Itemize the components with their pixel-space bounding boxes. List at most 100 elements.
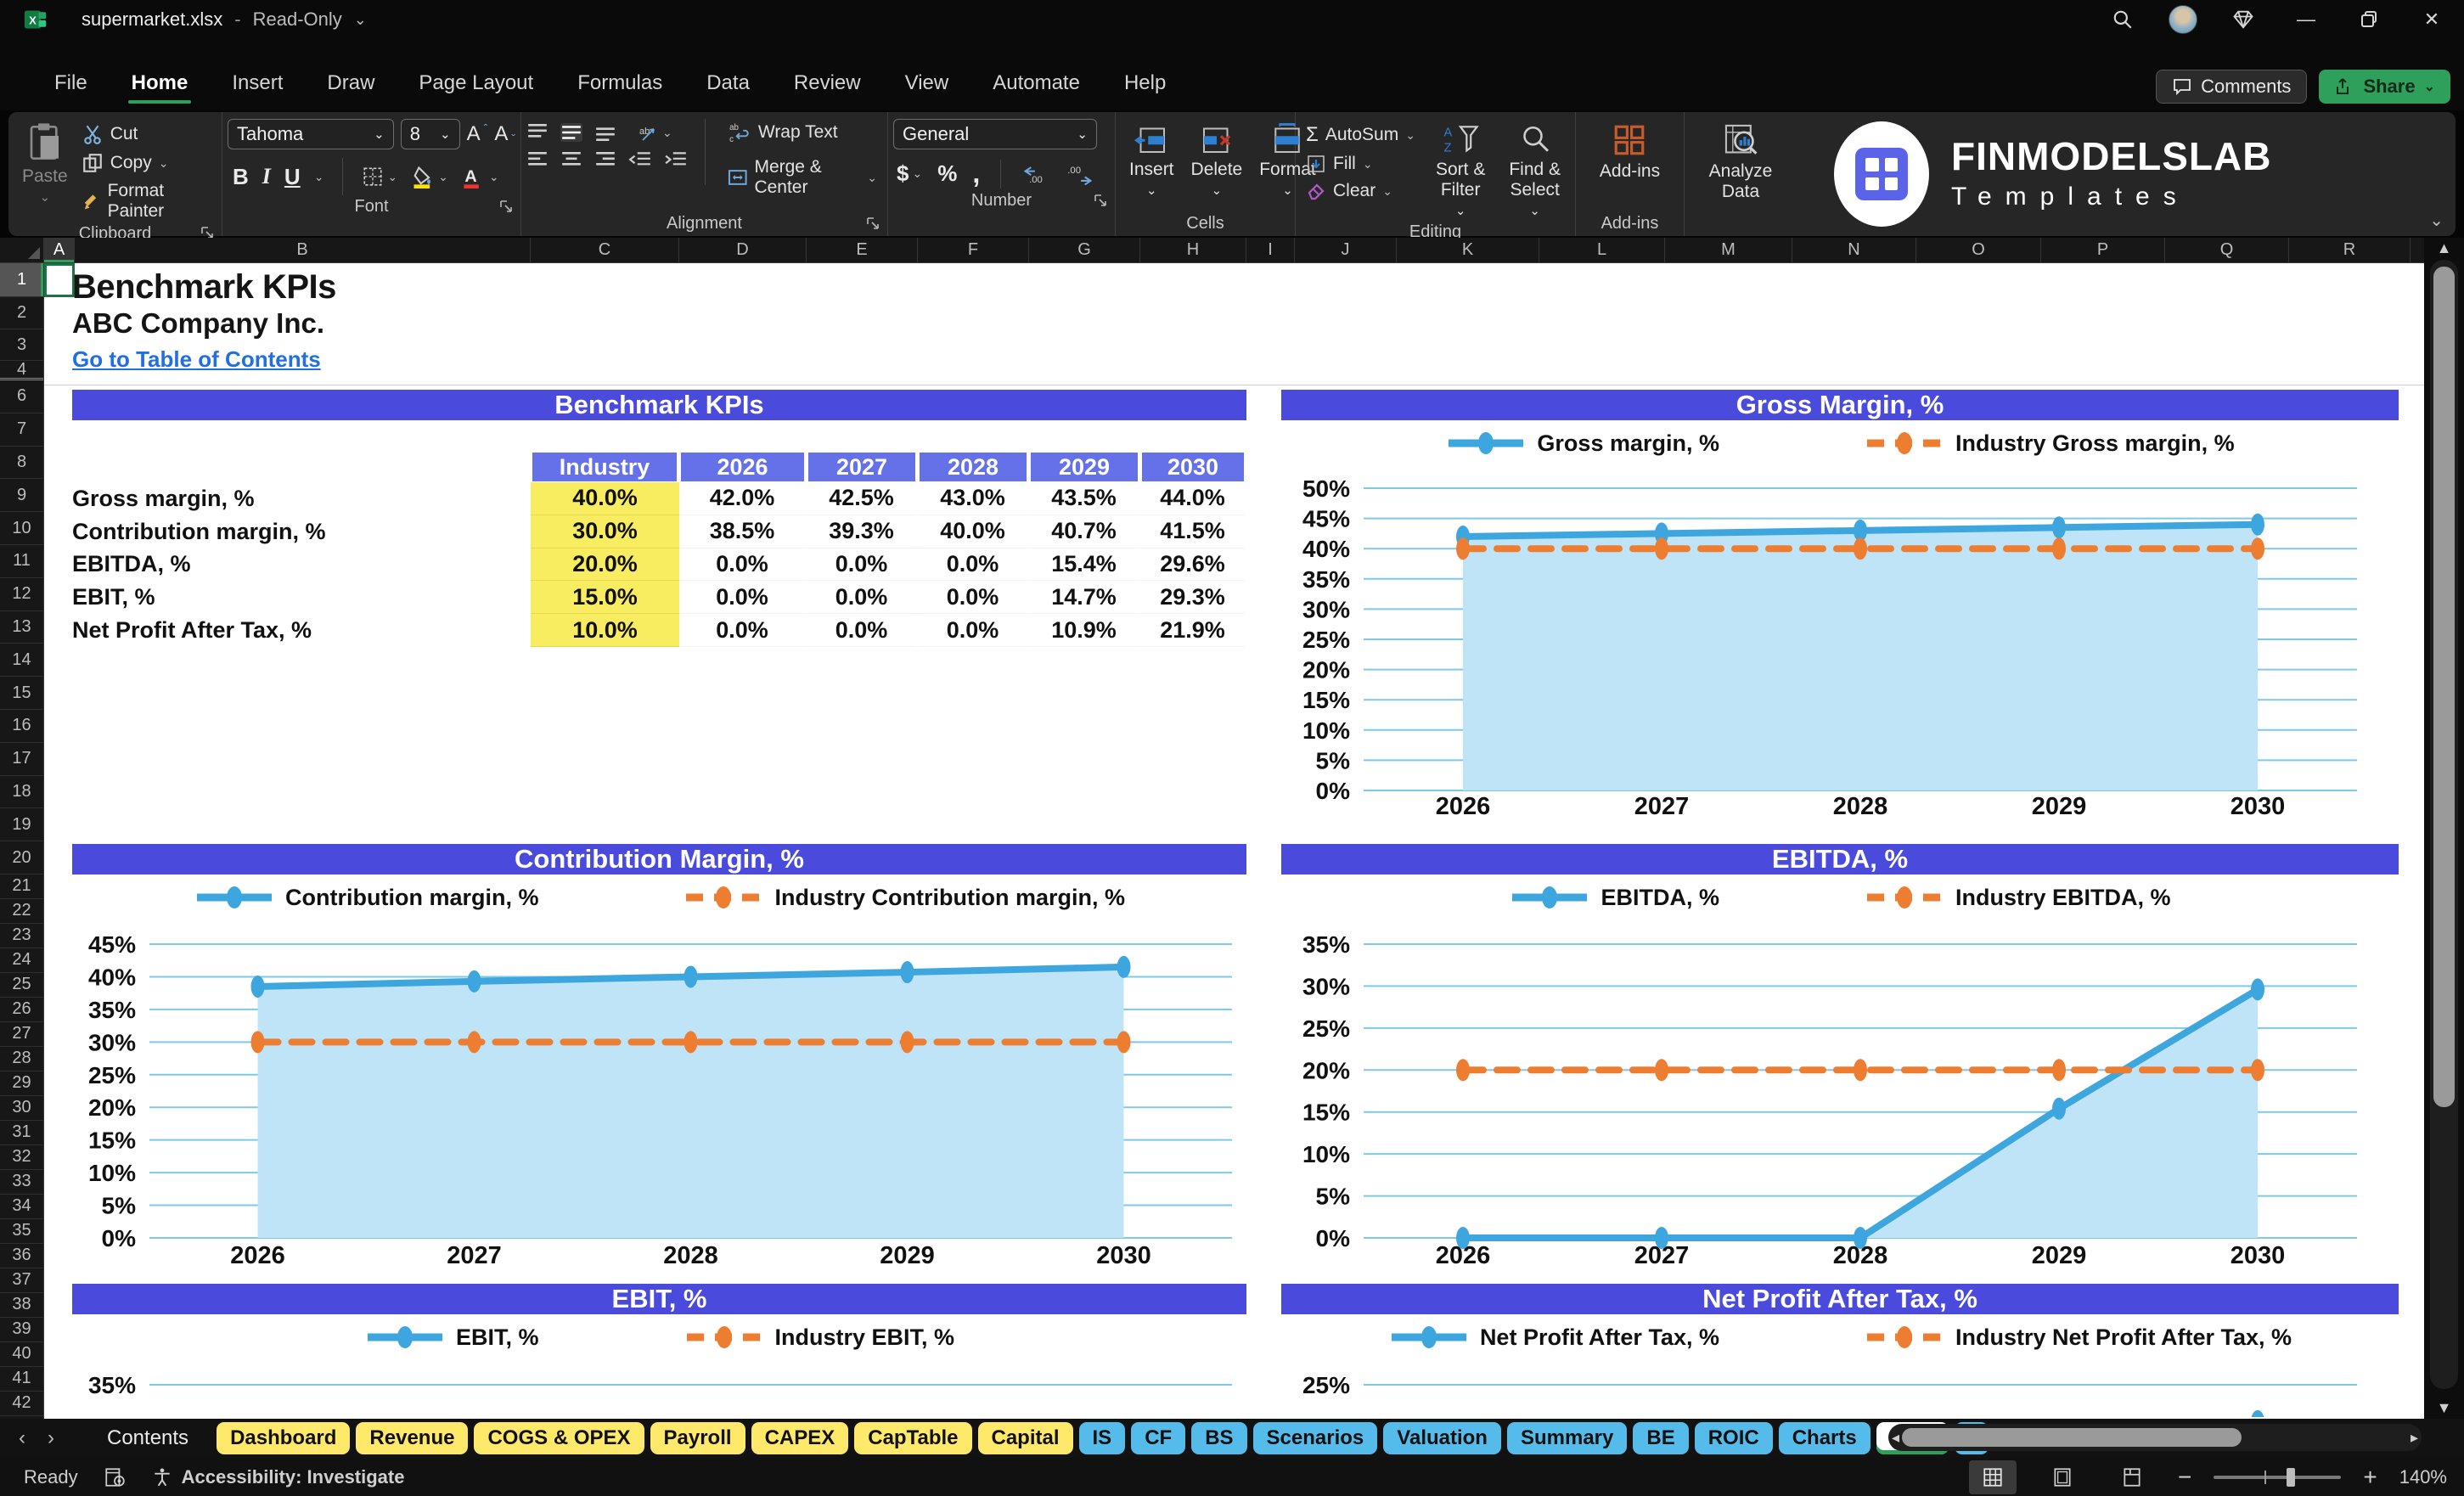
row-header-11[interactable]: 11 xyxy=(0,545,43,578)
kpi-row-label[interactable]: EBITDA, % xyxy=(72,548,191,582)
kpi-value-cell[interactable]: 40.7% xyxy=(1029,515,1139,548)
kpi-value-cell[interactable]: 43.0% xyxy=(918,482,1027,515)
kpi-value-cell[interactable]: 39.3% xyxy=(807,515,916,548)
menu-tab-home[interactable]: Home xyxy=(113,58,207,110)
font-color-button[interactable]: A ⌄ xyxy=(462,165,499,188)
kpi-value-cell[interactable]: 38.5% xyxy=(679,515,805,548)
chart-contribution-margin-[interactable]: Contribution Margin, % Contribution margi… xyxy=(72,844,1246,1281)
kpi-value-cell[interactable]: 29.6% xyxy=(1140,548,1245,582)
column-header-R[interactable]: R xyxy=(2289,238,2411,262)
vertical-scroll-thumb[interactable] xyxy=(2433,267,2455,1107)
kpi-row-label[interactable]: Gross margin, % xyxy=(72,482,255,515)
search-icon[interactable] xyxy=(2106,3,2140,37)
row-header-29[interactable]: 29 xyxy=(0,1071,43,1096)
fill-button[interactable]: Fill ⌄ xyxy=(1301,151,1420,177)
select-all-corner[interactable] xyxy=(0,238,44,263)
font-name-select[interactable]: Tahoma ⌄ xyxy=(228,119,394,149)
row-header-28[interactable]: 28 xyxy=(0,1047,43,1071)
comments-button[interactable]: Comments xyxy=(2156,70,2308,104)
row-header-42[interactable]: 42 xyxy=(0,1392,43,1416)
align-top-icon[interactable] xyxy=(526,123,548,142)
row-header-22[interactable]: 22 xyxy=(0,899,43,924)
kpi-value-cell[interactable]: 0.0% xyxy=(807,614,916,647)
column-header-F[interactable]: F xyxy=(918,238,1029,262)
sheet-tab-capex[interactable]: CAPEX xyxy=(751,1422,849,1454)
zoom-level[interactable]: 140% xyxy=(2399,1466,2447,1488)
merge-center-button[interactable]: Merge & Center ⌄ xyxy=(723,155,882,200)
row-header-10[interactable]: 10 xyxy=(0,512,43,545)
row-header-25[interactable]: 25 xyxy=(0,973,43,998)
row-header-18[interactable]: 18 xyxy=(0,776,43,809)
column-header-D[interactable]: D xyxy=(679,238,807,262)
align-bottom-icon[interactable] xyxy=(594,123,616,142)
kpi-value-cell[interactable]: 41.5% xyxy=(1140,515,1245,548)
title-chevron-icon[interactable]: ⌄ xyxy=(354,11,367,29)
chart-ebitda-[interactable]: EBITDA, % EBITDA, % Industry EBITDA, % 35% 3… xyxy=(1281,844,2399,1281)
percent-format-button[interactable]: % xyxy=(937,160,957,187)
alignment-dialog-launcher-icon[interactable] xyxy=(865,216,880,231)
kpi-value-cell[interactable]: 42.0% xyxy=(679,482,805,515)
kpi-value-cell[interactable]: 0.0% xyxy=(807,581,916,615)
sheet-tab-revenue[interactable]: Revenue xyxy=(356,1422,469,1454)
copy-button[interactable]: Copy ⌄ xyxy=(76,149,217,177)
menu-tab-review[interactable]: Review xyxy=(775,58,880,110)
chart-ebit-[interactable]: EBIT, %EBIT, %Industry EBIT, %35%30%25%2… xyxy=(72,1284,1246,1417)
orientation-button[interactable]: ab ⌄ xyxy=(637,122,672,143)
sort-filter-button[interactable]: AZ Sort & Filter ⌄ xyxy=(1427,119,1494,222)
menu-tab-insert[interactable]: Insert xyxy=(213,58,301,110)
menu-tab-data[interactable]: Data xyxy=(688,58,768,110)
addins-button[interactable]: Add-ins xyxy=(1591,119,1668,185)
kpi-table-header-2028[interactable]: 2028 xyxy=(918,453,1027,481)
row-header-21[interactable]: 21 xyxy=(0,875,43,899)
row-header-33[interactable]: 33 xyxy=(0,1170,43,1195)
column-header-J[interactable]: J xyxy=(1295,238,1397,262)
normal-view-button[interactable] xyxy=(1969,1459,2017,1494)
row-header-26[interactable]: 26 xyxy=(0,998,43,1022)
sheet-tab-captable[interactable]: CapTable xyxy=(854,1422,972,1454)
row-header-3[interactable]: 3 xyxy=(0,329,43,361)
font-size-select[interactable]: 8 ⌄ xyxy=(400,119,460,149)
zoom-in-button[interactable]: + xyxy=(2363,1464,2377,1491)
kpi-value-cell[interactable]: 44.0% xyxy=(1140,482,1245,515)
kpi-table-header-industry[interactable]: Industry xyxy=(531,453,678,481)
row-header-23[interactable]: 23 xyxy=(0,924,43,948)
increase-decimal-icon[interactable]: .00 xyxy=(1021,163,1050,185)
currency-format-button[interactable]: $ ⌄ xyxy=(897,160,922,187)
increase-indent-icon[interactable] xyxy=(664,151,688,170)
zoom-out-button[interactable]: − xyxy=(2178,1464,2191,1491)
column-header-N[interactable]: N xyxy=(1792,238,1916,262)
column-header-L[interactable]: L xyxy=(1539,238,1665,262)
kpi-industry-cell[interactable]: 40.0% xyxy=(531,482,679,515)
sheet-tab-contents[interactable]: Contents xyxy=(85,1422,211,1454)
sheet-heading[interactable]: Benchmark KPIs xyxy=(72,268,336,307)
fill-color-button[interactable]: ⌄ xyxy=(411,165,448,188)
column-header-M[interactable]: M xyxy=(1665,238,1792,262)
sheet-tab-scenarios[interactable]: Scenarios xyxy=(1252,1422,1378,1454)
row-header-7[interactable]: 7 xyxy=(0,413,43,447)
kpi-value-cell[interactable]: 40.0% xyxy=(918,515,1027,548)
horizontal-scrollbar[interactable]: ◂ ▸ xyxy=(1888,1424,2422,1451)
decrease-indent-icon[interactable] xyxy=(628,151,652,170)
row-header-41[interactable]: 41 xyxy=(0,1367,43,1392)
sheet-tab-is[interactable]: IS xyxy=(1078,1422,1126,1454)
kpi-value-cell[interactable]: 0.0% xyxy=(679,548,805,582)
sheet-tab-cf[interactable]: CF xyxy=(1131,1422,1186,1454)
row-header-19[interactable]: 19 xyxy=(0,808,43,842)
page-layout-view-button[interactable] xyxy=(2039,1460,2086,1494)
scroll-right-icon[interactable]: ▸ xyxy=(2411,1429,2418,1447)
analyze-data-button[interactable]: Analyze Data xyxy=(1701,119,1781,205)
kpi-value-cell[interactable]: 0.0% xyxy=(918,581,1027,615)
kpi-value-cell[interactable]: 14.7% xyxy=(1029,581,1139,615)
row-header-17[interactable]: 17 xyxy=(0,743,43,776)
chart-gross-margin-[interactable]: Gross Margin, % Gross margin, % Industry G… xyxy=(1281,390,2399,827)
column-header-E[interactable]: E xyxy=(807,238,918,262)
page-break-view-button[interactable] xyxy=(2108,1460,2156,1494)
premium-gem-icon[interactable] xyxy=(2226,3,2260,37)
kpi-value-cell[interactable]: 0.0% xyxy=(807,548,916,582)
delete-cells-button[interactable]: Delete ⌄ xyxy=(1183,119,1252,201)
readonly-badge[interactable]: Read-Only xyxy=(253,8,342,31)
row-header-13[interactable]: 13 xyxy=(0,611,43,644)
kpi-value-cell[interactable]: 15.4% xyxy=(1029,548,1139,582)
row-header-12[interactable]: 12 xyxy=(0,578,43,611)
kpi-table-banner[interactable]: Benchmark KPIs xyxy=(72,390,1246,420)
